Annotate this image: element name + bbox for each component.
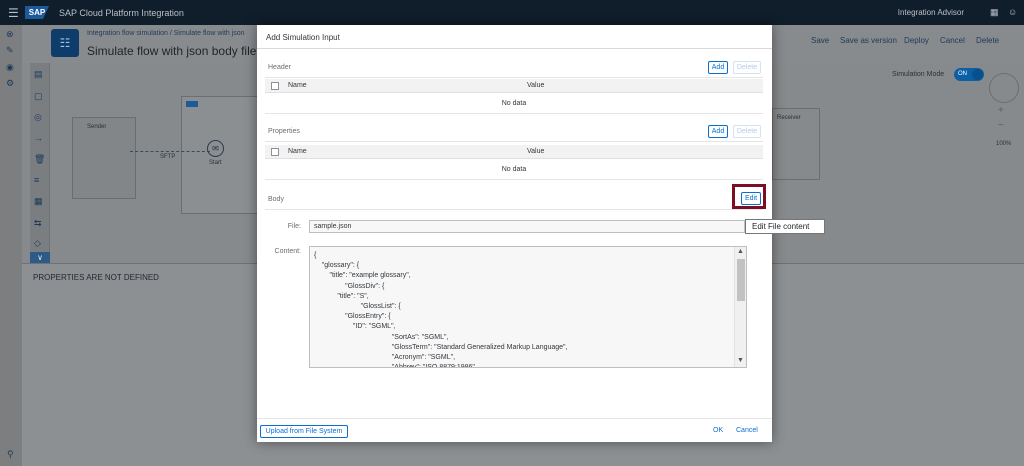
zoom-level: 100%	[996, 141, 1012, 147]
grid-icon[interactable]: ▦	[990, 7, 999, 18]
sender-label: Sender	[87, 124, 107, 130]
receiver-label: Receiver	[777, 115, 801, 121]
deploy-button[interactable]: Deploy	[904, 36, 929, 45]
dialog-title: Add Simulation Input	[257, 25, 772, 49]
properties-add-button[interactable]: Add	[708, 125, 728, 138]
cancel-button[interactable]: Cancel	[940, 36, 965, 45]
header-name-column: Name	[288, 82, 307, 89]
pan-navigation-control[interactable]	[989, 73, 1019, 103]
header-add-button[interactable]: Add	[708, 61, 728, 74]
hamburger-icon[interactable]: ☰	[8, 6, 19, 20]
sftp-connection-line[interactable]	[130, 151, 210, 152]
app-title: SAP Cloud Platform Integration	[59, 8, 184, 18]
dialog-footer: Upload from File System OK Cancel	[257, 418, 772, 442]
events-icon[interactable]: ◎	[34, 112, 42, 123]
divider	[265, 77, 763, 78]
simulation-mode-label: Simulation Mode	[892, 71, 945, 78]
properties-empty-message: PROPERTIES ARE NOT DEFINED	[33, 273, 159, 282]
design-icon[interactable]: ✎	[6, 45, 14, 56]
list-icon[interactable]: ≡	[34, 175, 39, 185]
properties-section-label: Properties	[268, 128, 300, 135]
sap-logo: SAP	[25, 6, 49, 19]
trash-icon[interactable]: 🗑	[34, 154, 45, 165]
ok-button[interactable]: OK	[713, 427, 723, 434]
integration-advisor-link[interactable]: Integration Advisor	[898, 8, 964, 17]
user-icon[interactable]: ☺	[1008, 7, 1017, 17]
properties-delete-button[interactable]: Delete	[733, 125, 761, 138]
save-button[interactable]: Save	[811, 36, 829, 45]
add-simulation-input-dialog: Add Simulation Input Header Add Delete N…	[257, 25, 772, 442]
route-icon[interactable]: ⇆	[34, 218, 42, 229]
content-scrollbar[interactable]: ▲ ▼	[734, 247, 746, 367]
content-textarea[interactable]: { "glossary": { "title": "example glossa…	[309, 246, 747, 368]
gateway-icon[interactable]: ◇	[34, 238, 41, 249]
edit-tooltip: Edit File content	[745, 219, 825, 234]
body-edit-button[interactable]: Edit	[741, 192, 761, 205]
properties-name-column: Name	[288, 148, 307, 155]
header-value-column: Value	[527, 82, 545, 89]
palette: ▤ ▢ ◎ → 🗑 ≡ ▦ ⇆ ◇ ∨	[30, 63, 50, 263]
dialog-cancel-button[interactable]: Cancel	[736, 427, 758, 434]
breadcrumb[interactable]: Integration flow simulation / Simulate f…	[87, 30, 245, 37]
chevron-down-icon[interactable]: ∨	[30, 252, 50, 263]
page-title: Simulate flow with json body file	[87, 44, 257, 58]
divider	[265, 141, 763, 142]
process-icon[interactable]: ▢	[34, 91, 43, 102]
divider	[265, 209, 763, 210]
discover-icon[interactable]: ⊗	[6, 29, 14, 40]
properties-table-header: Name Value	[265, 145, 763, 159]
header-section-label: Header	[268, 64, 291, 71]
sftp-label: SFTP	[160, 154, 176, 160]
sap-mini-logo	[186, 101, 198, 107]
divider	[265, 179, 763, 180]
content-text: { "glossary": { "title": "example glossa…	[314, 252, 568, 368]
receiver-participant[interactable]: Receiver	[772, 108, 820, 180]
calendar-icon[interactable]: ▦	[34, 196, 43, 207]
save-as-version-button[interactable]: Save as version	[840, 36, 897, 45]
header-no-data: No data	[501, 100, 527, 107]
properties-value-column: Value	[527, 148, 545, 155]
file-label: File:	[287, 223, 301, 230]
pin-icon[interactable]: ⚲	[7, 449, 14, 460]
content-label: Content:	[274, 248, 301, 255]
left-rail: ⊗ ✎ ◉ ⚙	[0, 25, 22, 466]
sender-participant[interactable]: Sender	[72, 117, 136, 199]
monitor-icon[interactable]: ◉	[6, 62, 14, 73]
header-table-header: Name Value	[265, 79, 763, 93]
connector-icon[interactable]: →	[34, 133, 43, 143]
settings-icon[interactable]: ⚙	[6, 78, 14, 89]
upload-from-file-system-button[interactable]: Upload from File System	[260, 425, 348, 438]
scroll-up-icon[interactable]: ▲	[737, 248, 744, 255]
body-section-label: Body	[268, 196, 284, 203]
scroll-down-icon[interactable]: ▼	[737, 357, 744, 364]
header-select-all-checkbox[interactable]	[271, 82, 279, 90]
divider	[265, 113, 763, 114]
shell-bar: ☰ SAP SAP Cloud Platform Integration Int…	[0, 0, 1024, 25]
participants-icon[interactable]: ▤	[34, 69, 43, 80]
start-event-icon[interactable]: ✉	[207, 140, 224, 157]
file-input[interactable]: sample.json	[309, 220, 745, 233]
zoom-out-icon[interactable]: −	[998, 120, 1004, 131]
iflow-tile-icon: ☷	[51, 29, 79, 57]
start-label: Start	[209, 160, 222, 166]
zoom-in-icon[interactable]: +	[998, 105, 1004, 116]
delete-button[interactable]: Delete	[976, 36, 999, 45]
simulation-mode-toggle[interactable]: ON	[954, 68, 984, 81]
scrollbar-thumb[interactable]	[737, 259, 745, 301]
properties-select-all-checkbox[interactable]	[271, 148, 279, 156]
properties-no-data: No data	[501, 166, 527, 173]
header-delete-button[interactable]: Delete	[733, 61, 761, 74]
